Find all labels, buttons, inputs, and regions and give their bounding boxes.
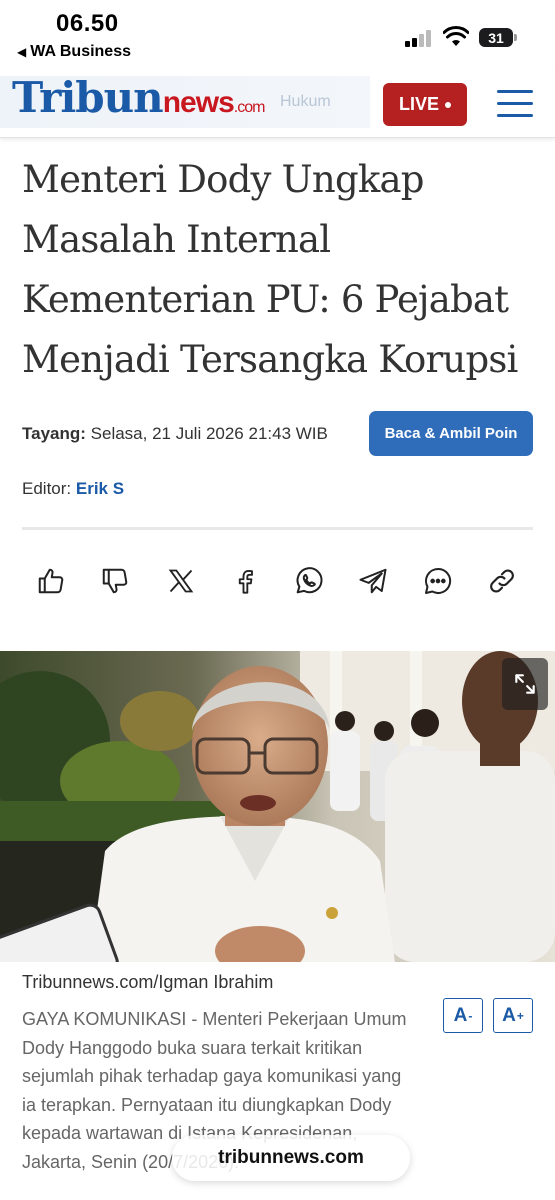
live-dot-icon	[445, 101, 451, 108]
thumbs-down-icon[interactable]	[97, 563, 133, 599]
logo-tribun: Tribun	[12, 73, 164, 122]
publish-info: Tayang: Selasa, 21 Juli 2026 21:43 WIB	[22, 424, 328, 444]
back-app-label: WA Business	[30, 43, 131, 60]
publish-label: Tayang:	[22, 424, 86, 443]
comment-icon[interactable]	[420, 563, 456, 599]
read-and-earn-button[interactable]: Baca & Ambil Poin	[369, 411, 533, 456]
back-to-app-link[interactable]: ◀ WA Business	[17, 43, 131, 61]
article-photo[interactable]	[0, 651, 555, 962]
photo-credit: Tribunnews.com/Igman Ibrahim	[22, 972, 274, 992]
decrease-font-button[interactable]: A-	[443, 998, 483, 1033]
clock: 06.50	[56, 10, 119, 37]
breadcrumb-hukum[interactable]: Hukum	[280, 93, 331, 111]
expand-icon[interactable]	[502, 658, 548, 710]
cellular-signal-icon	[405, 30, 435, 47]
increase-font-label: A	[502, 1004, 516, 1026]
link-icon[interactable]	[484, 563, 520, 599]
site-header: Tribunnews.com Hukum LIVE	[0, 70, 555, 138]
article-title: Menteri Dody Ungkap Masalah Internal Kem…	[22, 158, 518, 381]
facebook-icon[interactable]	[227, 563, 263, 599]
live-button[interactable]: LIVE	[383, 83, 467, 126]
thumbs-up-icon[interactable]	[33, 563, 69, 599]
whatsapp-icon[interactable]	[291, 563, 327, 599]
increase-font-button[interactable]: A +	[493, 998, 533, 1033]
publish-date: Selasa, 21 Juli 2026 21:43 WIB	[90, 424, 328, 443]
editor-label: Editor:	[22, 479, 72, 498]
logo-dotcom: .com	[233, 99, 266, 116]
decrease-font-label: A	[453, 1004, 468, 1026]
logo-news: news	[162, 86, 235, 119]
photo-scene	[0, 651, 555, 962]
back-triangle-icon: ◀	[17, 45, 27, 59]
site-logo[interactable]: Tribunnews.com	[12, 73, 266, 122]
hamburger-menu-icon[interactable]	[497, 90, 533, 118]
status-bar: 06.50 ◀ WA Business 31	[0, 0, 555, 70]
editor-name[interactable]: Erik S	[76, 479, 124, 498]
wifi-icon	[443, 26, 469, 46]
live-label: LIVE	[398, 94, 439, 114]
battery-icon: 31	[479, 28, 513, 47]
battery-nub	[514, 34, 517, 41]
divider	[22, 527, 533, 530]
browser-url-bar[interactable]: tribunnews.com	[172, 1135, 410, 1181]
editor-info: Editor: Erik S	[22, 479, 124, 499]
telegram-icon[interactable]	[355, 563, 391, 599]
increase-font-sup: +	[516, 1008, 524, 1023]
x-icon[interactable]	[163, 563, 199, 599]
decrease-font-sup: -	[468, 1008, 473, 1023]
